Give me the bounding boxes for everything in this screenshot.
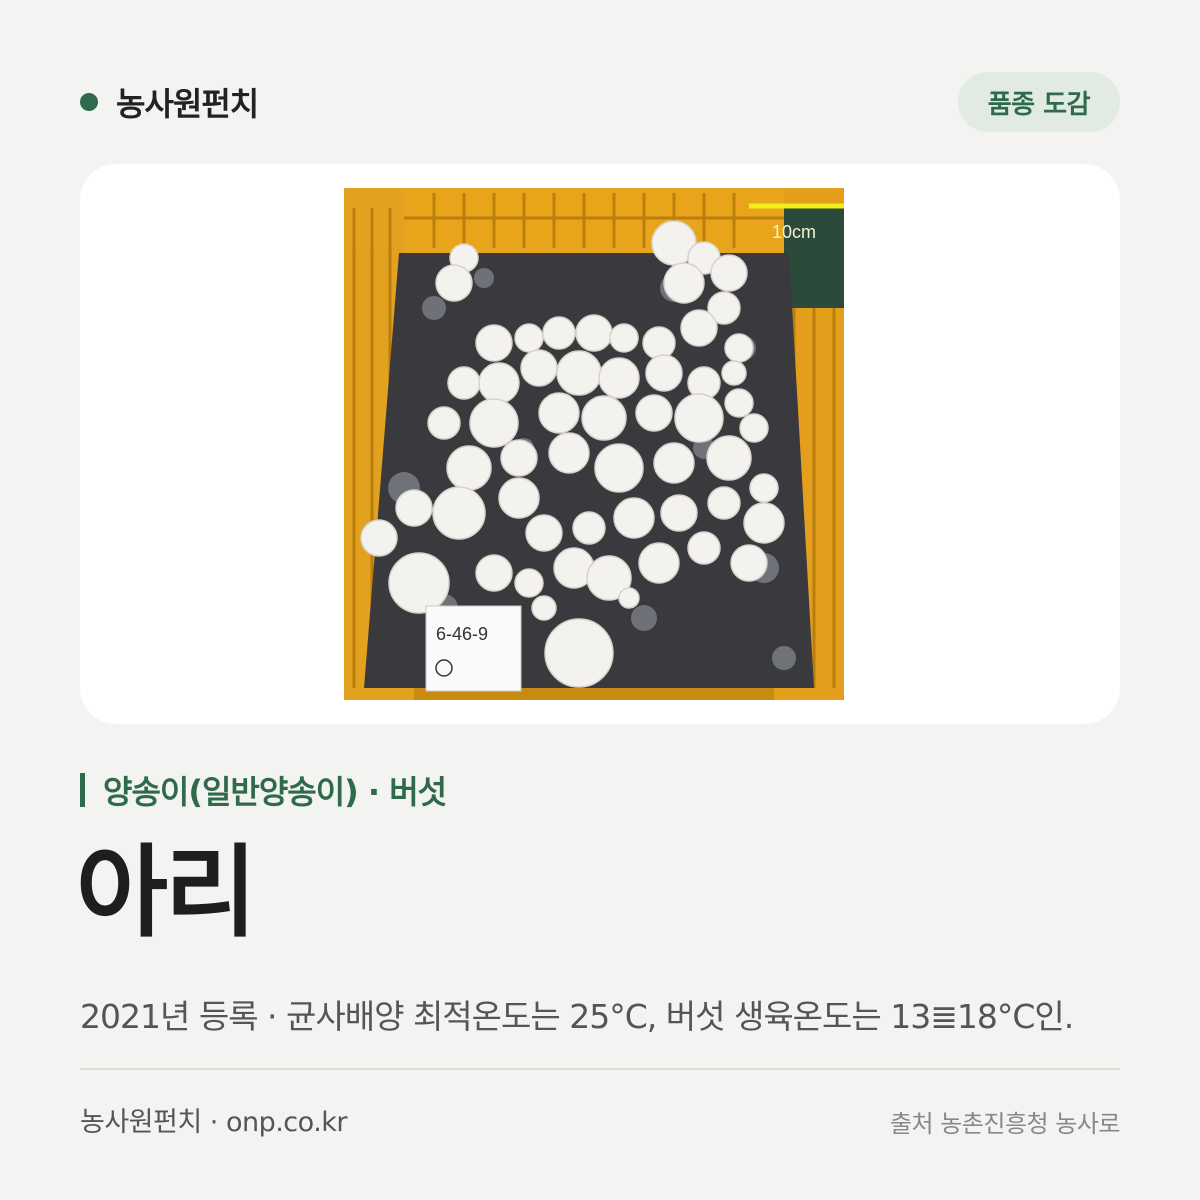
category-accent-bar <box>80 773 85 807</box>
footer-source: 출처 농촌진흥청 농사로 <box>889 1110 1121 1138</box>
photo-card: 6-46-9 10cm <box>80 164 1120 724</box>
footer-site[interactable]: 농사원펀치 · onp.co.kr <box>80 1100 348 1139</box>
brand: 농사원펀치 <box>80 80 259 124</box>
category-text: 양송이(일반양송이) · 버섯 <box>103 773 447 811</box>
brand-name: 농사원펀치 <box>116 85 259 123</box>
footer-divider <box>80 1068 1120 1070</box>
variety-description: 2021년 등록 · 균사배양 최적온도는 25°C, 버섯 생육온도는 13≣… <box>80 997 1074 1036</box>
photo-scale-label: 10cm <box>772 222 816 242</box>
variety-category: 양송이(일반양송이) · 버섯 <box>80 768 447 812</box>
category-badge[interactable]: 품종 도감 <box>957 72 1120 132</box>
photo-tag-label: 6-46-9 <box>436 624 488 644</box>
mushroom-photo: 6-46-9 10cm <box>344 188 844 700</box>
brand-dot-icon <box>80 93 98 111</box>
variety-name: 아리 <box>76 834 257 951</box>
